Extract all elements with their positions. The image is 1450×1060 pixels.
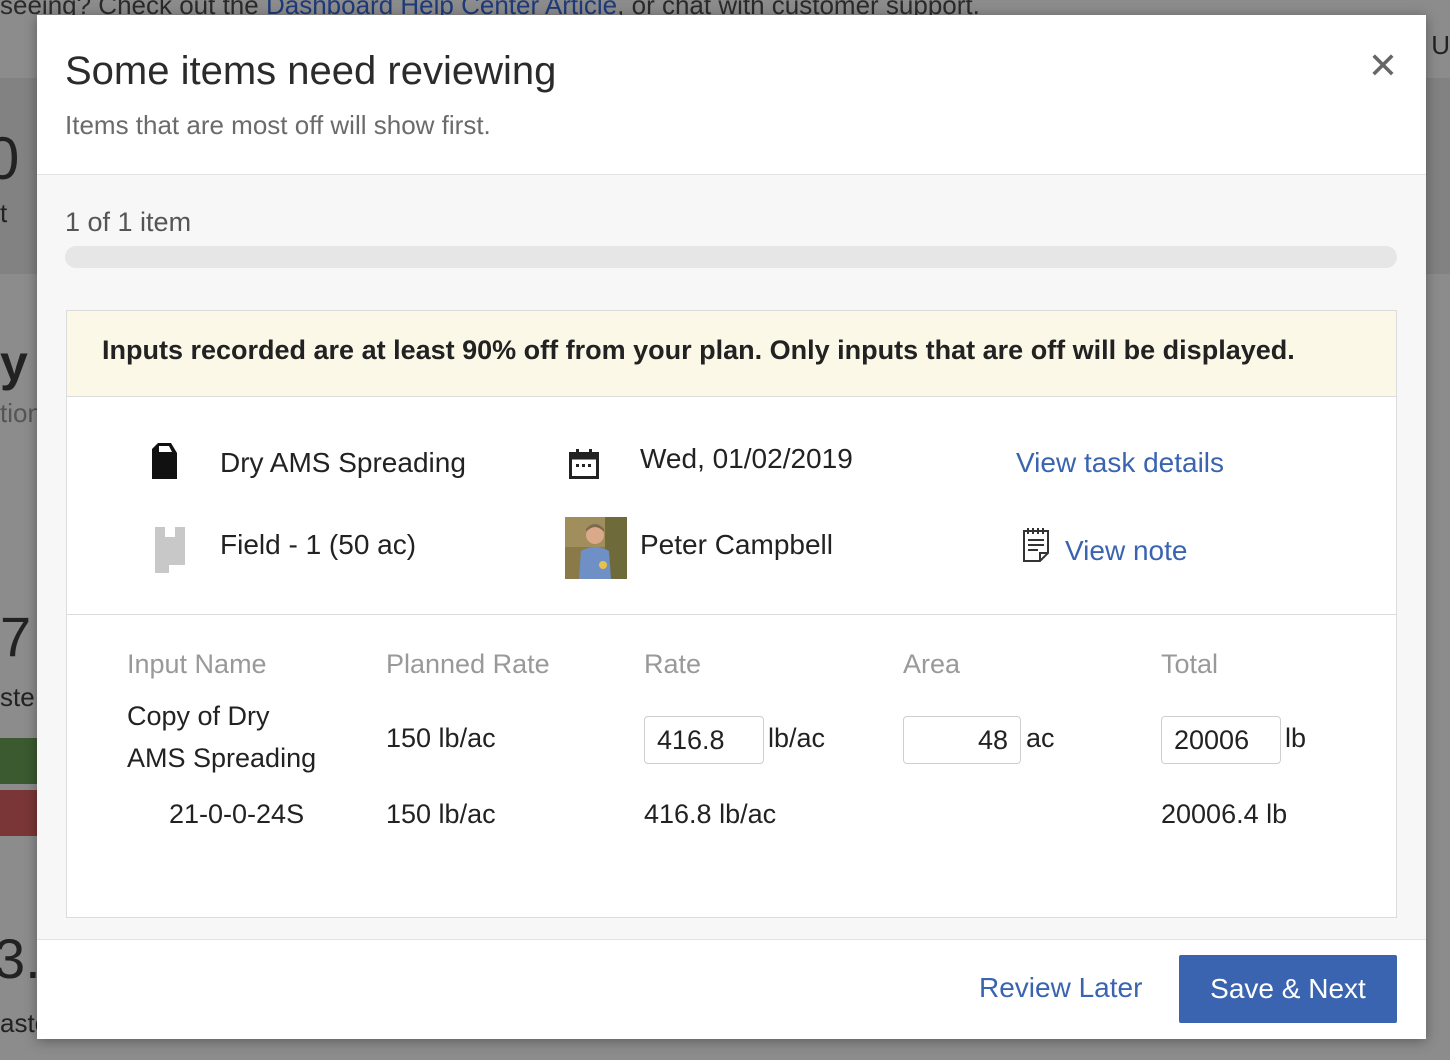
modal-header: Some items need reviewing Items that are…: [37, 15, 1426, 175]
background-fragment: 7: [0, 605, 32, 668]
view-note-link[interactable]: View note: [1065, 535, 1187, 567]
close-icon[interactable]: ✕: [1366, 48, 1400, 84]
column-header-planned-rate: Planned Rate: [386, 649, 550, 679]
sub-planned-rate: 150 lb/ac: [386, 799, 496, 829]
task-name: Dry AMS Spreading: [220, 447, 466, 478]
area-input[interactable]: 48: [903, 716, 1021, 764]
rate-unit: lb/ac: [768, 723, 826, 753]
modal-title: Some items need reviewing: [65, 49, 557, 93]
total-unit: lb: [1285, 723, 1307, 753]
note-icon[interactable]: [1022, 527, 1050, 563]
modal-subtitle: Items that are most off will show first.: [65, 110, 491, 140]
background-fragment: tion: [0, 398, 42, 428]
progress-bar: [65, 246, 1397, 268]
background-fragment: 0: [0, 125, 20, 192]
background-fragment: 3.: [0, 927, 41, 990]
sub-rate: 416.8 lb/ac: [644, 799, 777, 829]
total-input[interactable]: 20006: [1161, 716, 1281, 764]
column-header-rate: Rate: [644, 649, 702, 679]
review-item-card: Inputs recorded are at least 90% off fro…: [66, 310, 1397, 918]
review-later-button[interactable]: Review Later: [979, 972, 1142, 1004]
column-header-area: Area: [903, 649, 961, 679]
warning-banner: Inputs recorded are at least 90% off fro…: [67, 311, 1396, 397]
warning-text: Inputs recorded are at least 90% off fro…: [102, 335, 1295, 365]
field-shape-icon: [155, 527, 185, 573]
input-name-line1: Copy of Dry: [127, 701, 270, 731]
background-bar-green: [0, 738, 40, 784]
avatar: [565, 517, 627, 579]
inputs-table: Input Name Planned Rate Rate Area Total …: [67, 615, 1396, 917]
background-fragment: t: [0, 198, 8, 228]
column-header-input-name: Input Name: [127, 649, 267, 679]
field-name: Field - 1 (50 ac): [220, 529, 417, 560]
product-bag-icon: [152, 443, 177, 479]
person-name: Peter Campbell: [640, 529, 833, 560]
task-date: Wed, 01/02/2019: [640, 443, 853, 474]
background-fragment: ste: [0, 682, 35, 712]
task-info-section: Dry AMS Spreading Wed, 01/02/2019 View t…: [67, 397, 1396, 615]
modal-footer: Review Later Save & Next: [37, 939, 1426, 1039]
sub-total: 20006.4 lb: [1161, 799, 1288, 829]
input-name-line2: AMS Spreading: [127, 743, 317, 773]
view-task-details-link[interactable]: View task details: [1016, 447, 1224, 479]
background-fragment: y: [0, 335, 28, 391]
background-bar-red: [0, 790, 40, 836]
rate-input[interactable]: 416.8: [644, 716, 764, 764]
calendar-icon: [569, 449, 599, 479]
review-modal: Some items need reviewing Items that are…: [37, 15, 1426, 1039]
area-unit: ac: [1026, 723, 1055, 753]
column-header-total: Total: [1161, 649, 1219, 679]
sub-input-name: 21-0-0-24S: [169, 799, 305, 829]
save-next-button[interactable]: Save & Next: [1179, 955, 1397, 1023]
planned-rate-value: 150 lb/ac: [386, 723, 496, 753]
progress-label: 1 of 1 item: [65, 207, 192, 237]
